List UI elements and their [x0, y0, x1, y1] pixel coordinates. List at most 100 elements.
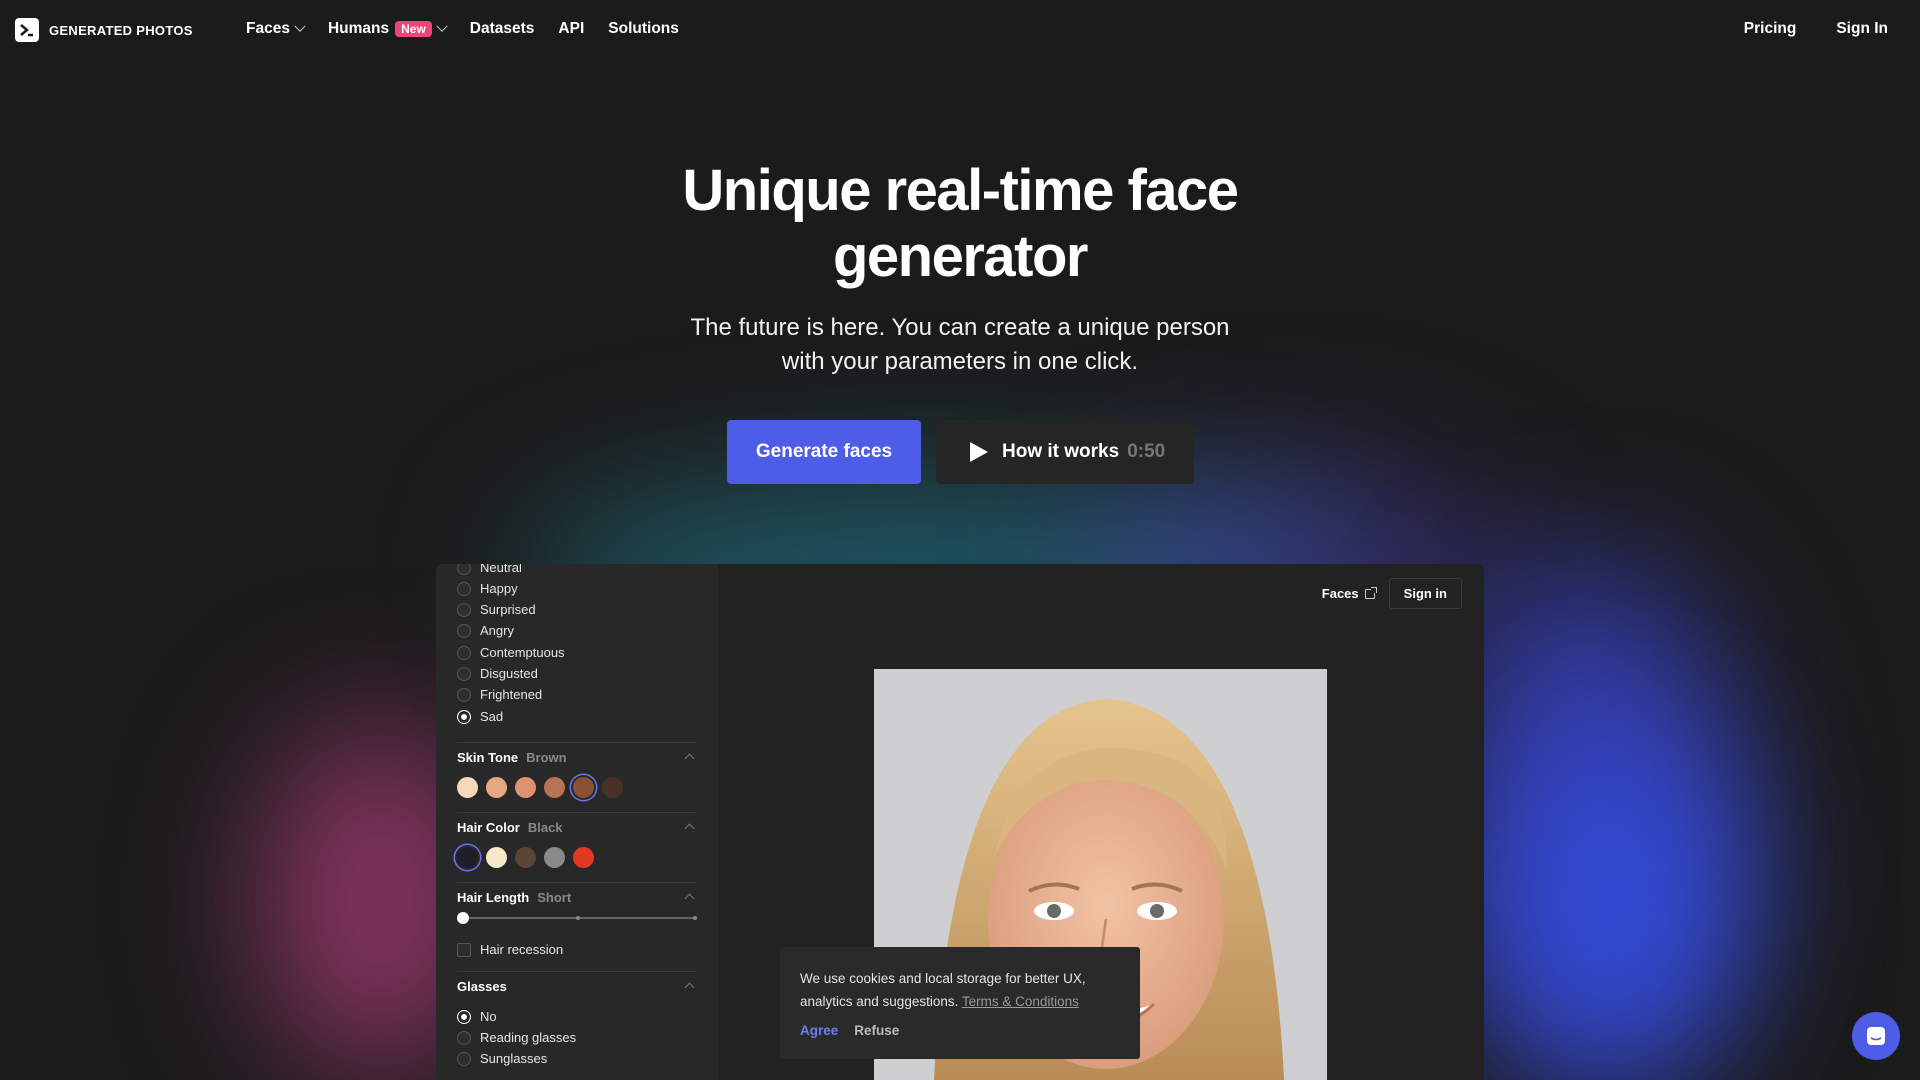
emotion-label: Surprised — [480, 602, 536, 617]
emotion-option[interactable]: Surprised — [457, 602, 536, 617]
skin-tone-swatch[interactable] — [544, 777, 565, 798]
cookie-text-line: We use cookies and local storage for bet… — [800, 971, 1086, 986]
glasses-option[interactable]: Reading glasses — [457, 1030, 576, 1045]
faces-link-label: Faces — [1321, 586, 1359, 601]
hair-recession-option[interactable]: Hair recession — [457, 942, 563, 957]
hair-length-slider[interactable] — [457, 912, 697, 924]
nav-label: Faces — [246, 20, 290, 37]
checkbox-label: Hair recession — [480, 942, 564, 957]
skin-tone-swatch[interactable] — [515, 777, 536, 798]
agree-button[interactable]: Agree — [800, 1023, 838, 1038]
emotion-label: Contemptuous — [480, 645, 565, 660]
nav-item-solutions[interactable]: Solutions — [608, 20, 679, 38]
radio-icon — [457, 602, 471, 617]
radio-icon — [457, 645, 471, 660]
skin-tone-swatch[interactable] — [602, 777, 623, 798]
emotion-label: Angry — [480, 623, 514, 638]
emotion-label: Sad — [480, 709, 504, 724]
faces-external-link[interactable]: Faces — [1321, 586, 1377, 601]
divider — [457, 812, 697, 813]
glasses-option[interactable]: Sunglasses — [457, 1051, 547, 1066]
chevron-up-icon — [684, 823, 695, 834]
app-sign-in-button[interactable]: Sign in — [1388, 578, 1462, 609]
brand-logo[interactable]: GENERATED PHOTOS — [15, 18, 193, 42]
slider-handle[interactable] — [457, 912, 469, 924]
brand-name: GENERATED PHOTOS — [49, 22, 193, 38]
chat-widget-button[interactable] — [1852, 1012, 1900, 1060]
nav-item-datasets[interactable]: Datasets — [470, 20, 535, 38]
hero-subtitle-line: The future is here. You can create a uni… — [690, 314, 1230, 341]
hero-title-line: Unique real-time face — [682, 158, 1239, 223]
refuse-button[interactable]: Refuse — [854, 1023, 899, 1038]
chevron-up-icon — [684, 982, 695, 993]
nav-label: API — [558, 20, 585, 37]
radio-selected-icon — [457, 1009, 471, 1024]
emotion-label: Happy — [480, 581, 518, 596]
nav-label: Datasets — [469, 20, 535, 37]
section-value: Black — [527, 820, 563, 835]
cookie-actions: Agree Refuse — [800, 1023, 899, 1038]
hair-length-header[interactable]: Hair Length Short — [457, 890, 697, 905]
sign-in-link[interactable]: Sign In — [1836, 20, 1888, 38]
section-label: Glasses — [457, 979, 507, 994]
divider — [457, 882, 697, 883]
chevron-up-icon — [684, 893, 695, 904]
emotion-option[interactable]: Sad — [457, 709, 503, 724]
checkbox-icon — [457, 942, 471, 957]
main-nav: Faces Humans New Datasets API Solutions — [246, 20, 679, 38]
skin-tone-swatch[interactable] — [457, 777, 478, 798]
nav-item-faces[interactable]: Faces — [246, 20, 306, 38]
hair-color-swatch[interactable] — [486, 847, 507, 868]
hair-color-swatch[interactable] — [573, 847, 594, 868]
radio-icon — [457, 623, 471, 638]
new-badge: New — [395, 21, 432, 37]
emotion-label: Neutral — [480, 564, 522, 575]
nav-item-api[interactable]: API — [558, 20, 584, 38]
how-it-works-label: How it works — [1002, 441, 1120, 462]
section-label: Hair Color — [457, 820, 520, 835]
radio-icon — [457, 581, 471, 596]
skin-tone-header[interactable]: Skin Tone Brown — [457, 750, 697, 765]
skin-tone-swatch[interactable] — [486, 777, 507, 798]
radio-selected-icon — [457, 709, 471, 724]
filters-sidebar: Neutral Happy Surprised Angry Contemptuo… — [436, 564, 718, 1080]
section-label: Skin Tone — [457, 750, 519, 765]
emotion-option[interactable]: Contemptuous — [457, 645, 565, 660]
emotion-label: Disgusted — [480, 666, 538, 681]
nav-item-humans[interactable]: Humans New — [328, 20, 448, 38]
glasses-header[interactable]: Glasses — [457, 979, 697, 994]
glasses-label: No — [480, 1009, 497, 1024]
play-icon — [970, 442, 988, 462]
hero-title-line: generator — [832, 224, 1089, 289]
terms-link[interactable]: Terms & Conditions — [962, 994, 1079, 1009]
slider-tick — [693, 916, 697, 920]
nav-item-pricing[interactable]: Pricing — [1744, 20, 1797, 38]
radio-icon — [457, 1030, 471, 1045]
hair-color-header[interactable]: Hair Color Black — [457, 820, 697, 835]
cookie-banner: We use cookies and local storage for bet… — [780, 947, 1140, 1059]
emotion-option[interactable]: Disgusted — [457, 666, 538, 681]
hero-title: Unique real-time face generator — [560, 158, 1360, 290]
glasses-option[interactable]: No — [457, 1009, 497, 1024]
chevron-down-icon — [294, 20, 306, 32]
glasses-label: Reading glasses — [480, 1030, 577, 1045]
section-value: Brown — [526, 750, 567, 765]
hair-color-swatch[interactable] — [457, 847, 478, 868]
emotion-option[interactable]: Angry — [457, 623, 514, 638]
emotion-option[interactable]: Happy — [457, 581, 518, 596]
section-value: Short — [537, 890, 572, 905]
hair-color-swatch[interactable] — [515, 847, 536, 868]
emotion-option[interactable]: Neutral — [457, 564, 522, 575]
skin-tone-swatches — [457, 777, 623, 798]
radio-icon — [457, 687, 471, 702]
emotion-option[interactable]: Frightened — [457, 687, 542, 702]
how-it-works-button[interactable]: How it works 0:50 — [936, 420, 1194, 484]
logo-icon — [15, 18, 39, 42]
generate-faces-button[interactable]: Generate faces — [727, 420, 921, 484]
skin-tone-swatch[interactable] — [573, 777, 594, 798]
glow-blue-bright — [1500, 740, 1740, 1080]
hero-subtitle: The future is here. You can create a uni… — [610, 311, 1310, 379]
slider-tick — [576, 916, 580, 920]
section-label: Hair Length — [457, 890, 530, 905]
hair-color-swatch[interactable] — [544, 847, 565, 868]
